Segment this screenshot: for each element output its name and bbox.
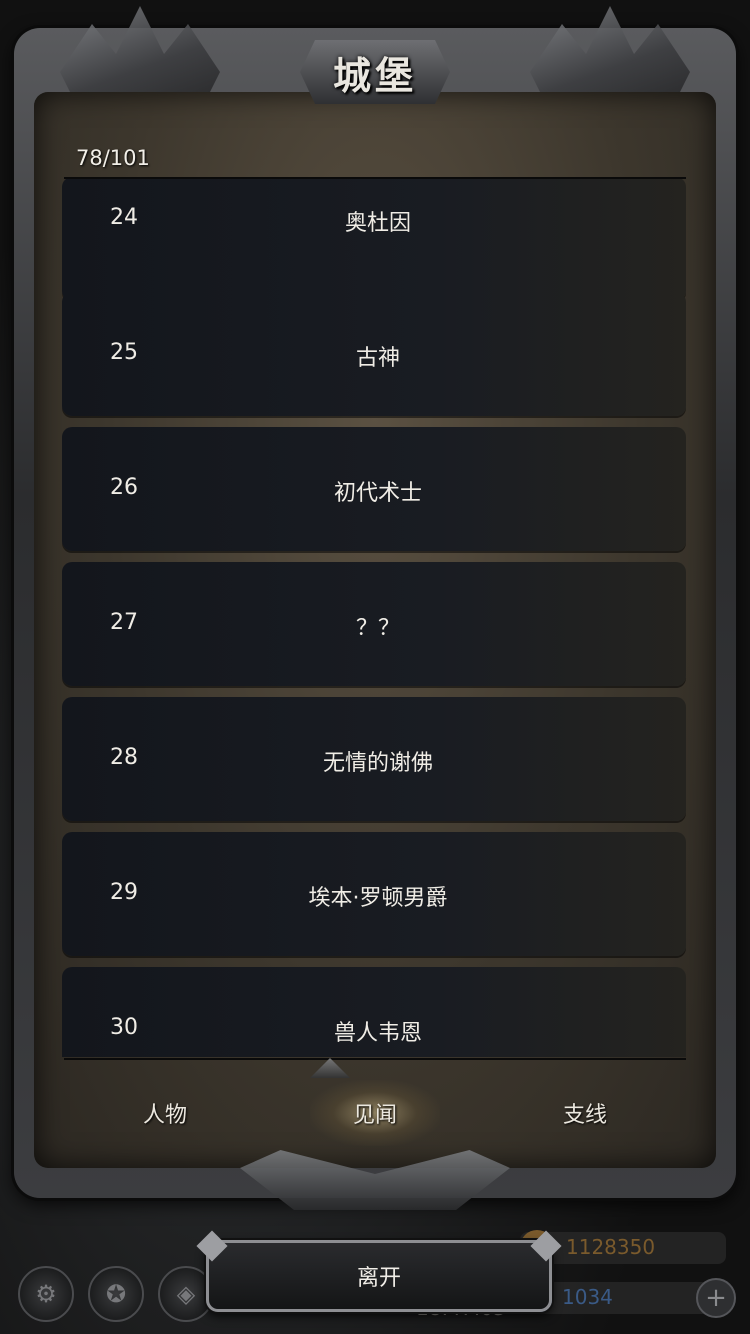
entry-number: 26: [110, 475, 138, 500]
entry-name: ？？: [355, 616, 400, 641]
tab-sidequests[interactable]: 支线: [480, 1074, 690, 1152]
entry-name: 兽人韦恩: [333, 1021, 422, 1046]
tab-label: 人物: [142, 1103, 187, 1128]
entry-name: 无情的谢佛: [322, 751, 433, 776]
entry-number: 28: [110, 745, 138, 770]
entry-number: 30: [110, 1015, 138, 1040]
entry-name: 埃本·罗顿男爵: [308, 886, 448, 911]
entry-number: 27: [110, 610, 138, 635]
dialog-title: 城堡: [332, 52, 417, 98]
tab-label: 见闻: [352, 1103, 397, 1128]
settings-gear-icon[interactable]: ⚙: [18, 1266, 74, 1322]
list-item[interactable]: 30 兽人韦恩: [62, 967, 686, 1057]
entry-name: 古神: [355, 346, 400, 371]
tab-characters[interactable]: 人物: [60, 1074, 270, 1152]
entry-name: 初代术士: [333, 481, 422, 506]
entry-number: 29: [110, 880, 138, 905]
list-item[interactable]: 27 ？？: [62, 562, 686, 686]
add-resource-plus-icon[interactable]: +: [696, 1278, 736, 1318]
tab-lore[interactable]: 见闻: [270, 1074, 480, 1152]
list-divider-bottom: [64, 1058, 686, 1060]
leave-button[interactable]: 离开: [206, 1240, 552, 1312]
list-item[interactable]: 28 无情的谢佛: [62, 697, 686, 821]
tab-bar: 人物 见闻 支线: [60, 1074, 690, 1152]
gold-amount: 1128350: [566, 1235, 656, 1259]
list-item[interactable]: 29 埃本·罗顿男爵: [62, 832, 686, 956]
gem-amount: 1034: [562, 1285, 613, 1309]
title-plate: 城堡: [300, 40, 450, 104]
entry-list[interactable]: 24 奥杜因 25 古神 26 初代术士 27 ？？ 28 无情的谢佛 29 埃…: [60, 179, 690, 1057]
progress-counter: 78/101: [76, 146, 150, 170]
list-item[interactable]: 25 古神: [62, 292, 686, 416]
entry-number: 24: [110, 205, 138, 230]
list-item[interactable]: 24 奥杜因: [62, 179, 686, 301]
tab-label: 支线: [562, 1103, 607, 1128]
entry-name: 奥杜因: [344, 211, 411, 236]
list-item[interactable]: 26 初代术士: [62, 427, 686, 551]
star-badge-icon[interactable]: ✪: [88, 1266, 144, 1322]
entry-number: 25: [110, 340, 138, 365]
